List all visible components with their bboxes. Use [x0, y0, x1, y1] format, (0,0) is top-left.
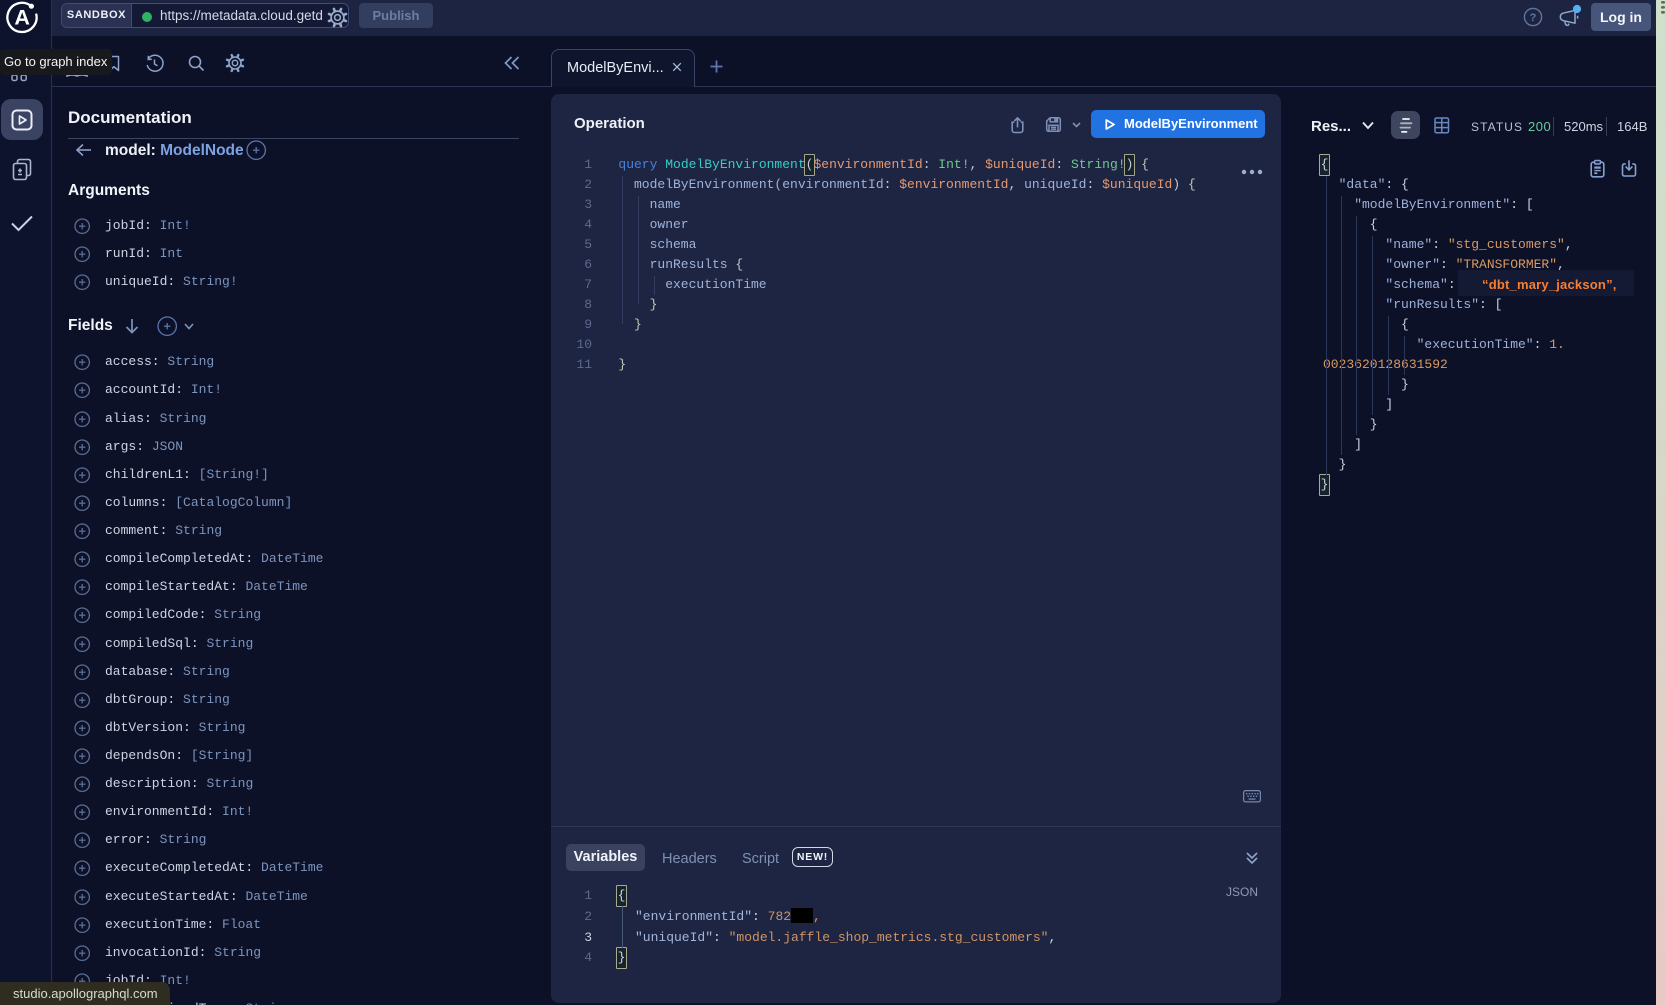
svg-text:?: ?: [1530, 12, 1537, 24]
svg-text:A: A: [14, 6, 30, 30]
